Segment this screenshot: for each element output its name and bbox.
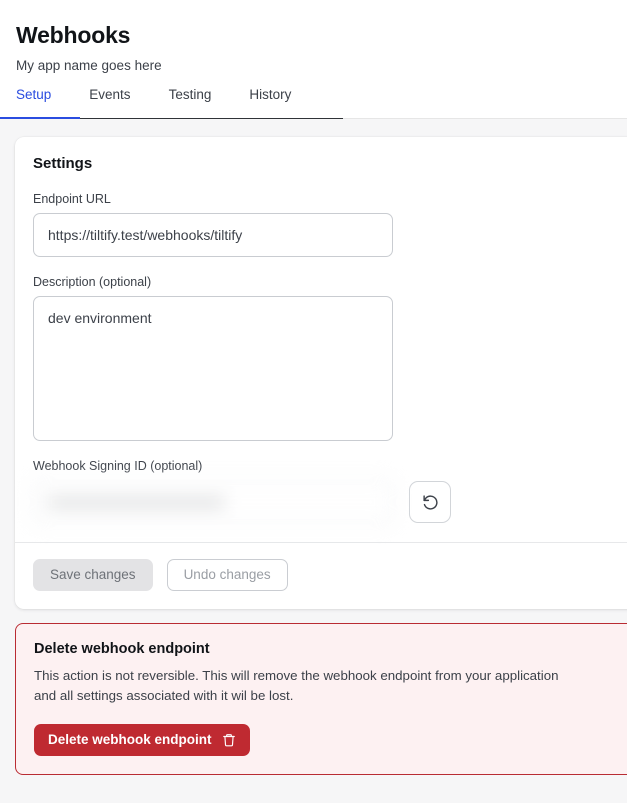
undo-changes-button[interactable]: Undo changes <box>166 559 288 591</box>
signing-id-input[interactable]: •••••••••••••••••••••••••••••••••••• <box>33 480 393 524</box>
description-textarea[interactable] <box>33 296 393 441</box>
save-changes-button[interactable]: Save changes <box>33 559 153 591</box>
endpoint-url-label: Endpoint URL <box>33 192 111 206</box>
regenerate-signing-id-button[interactable] <box>409 481 451 523</box>
delete-webhook-button-label: Delete webhook endpoint <box>48 732 212 748</box>
tab-events[interactable]: Events <box>89 87 130 112</box>
delete-webhook-title: Delete webhook endpoint <box>34 641 210 657</box>
signing-id-field: Webhook Signing ID (optional) ••••••••••… <box>33 459 627 524</box>
page-body: Settings Endpoint URL Description (optio… <box>0 119 627 803</box>
tab-active-indicator <box>0 116 80 119</box>
delete-webhook-panel: Delete webhook endpoint This action is n… <box>15 623 627 775</box>
tab-testing[interactable]: Testing <box>169 87 212 112</box>
page-header: Webhooks My app name goes here Setup Eve… <box>0 0 627 119</box>
settings-card: Settings Endpoint URL Description (optio… <box>15 137 627 609</box>
tab-setup[interactable]: Setup <box>16 87 51 112</box>
trash-icon <box>222 733 236 747</box>
rotate-ccw-icon <box>422 494 439 511</box>
signing-id-label: Webhook Signing ID (optional) <box>33 459 203 473</box>
tab-bar: Setup Events Testing History <box>0 87 627 119</box>
settings-card-actions: Save changes Undo changes <box>15 543 627 609</box>
description-field: Description (optional) <box>33 275 627 441</box>
signing-id-redacted-wrapper: •••••••••••••••••••••••••••••••••••• <box>33 480 393 524</box>
delete-webhook-button[interactable]: Delete webhook endpoint <box>34 723 250 756</box>
page-subtitle: My app name goes here <box>16 58 162 73</box>
description-label: Description (optional) <box>33 275 152 289</box>
tab-history[interactable]: History <box>249 87 291 112</box>
delete-webhook-description: This action is not reversible. This will… <box>34 668 559 703</box>
settings-card-title: Settings <box>33 155 93 172</box>
endpoint-url-input[interactable] <box>33 213 393 257</box>
endpoint-url-field: Endpoint URL <box>33 192 627 257</box>
page-title: Webhooks <box>16 22 131 48</box>
